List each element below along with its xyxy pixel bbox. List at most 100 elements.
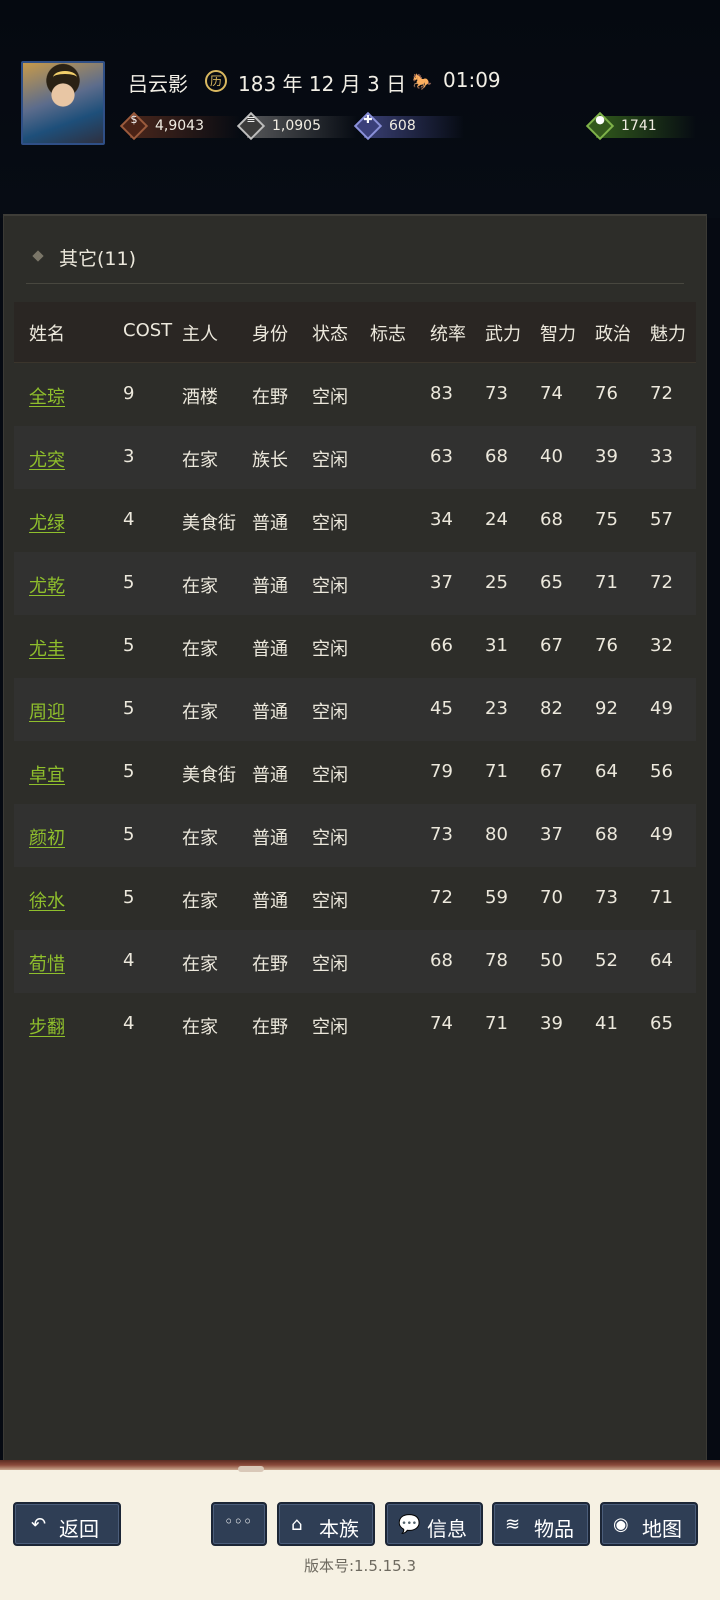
- table-row[interactable]: 尤突 3 在家 族长 空闲 63 68 40 39 33: [14, 426, 696, 489]
- map-button[interactable]: ◉ 地图: [600, 1502, 698, 1546]
- cell-politics: 71: [595, 572, 618, 593]
- cell-war: 80: [485, 824, 508, 845]
- character-name-link[interactable]: 尤乾: [29, 572, 65, 598]
- cell-identity: 族长: [252, 450, 288, 471]
- chat-bubble-icon: 💬: [398, 1514, 421, 1535]
- cell-leadership: 68: [430, 950, 453, 971]
- col-header-mark[interactable]: 标志: [370, 320, 406, 346]
- cell-intelligence: 65: [540, 572, 563, 593]
- calendar-seal-icon: 历: [205, 70, 227, 92]
- cell-owner: 在家: [182, 702, 218, 723]
- character-name-link[interactable]: 步翻: [29, 1013, 65, 1039]
- col-header-intelligence[interactable]: 智力: [540, 320, 576, 346]
- map-button-label: 地图: [642, 1517, 682, 1541]
- col-header-identity[interactable]: 身份: [252, 320, 288, 346]
- cell-state: 空闲: [312, 954, 348, 975]
- cell-identity: 普通: [252, 765, 288, 786]
- cell-war: 23: [485, 698, 508, 719]
- character-name-link[interactable]: 徐水: [29, 887, 65, 913]
- cell-war: 59: [485, 887, 508, 908]
- col-header-war[interactable]: 武力: [485, 320, 521, 346]
- cell-cost: 4: [123, 509, 135, 530]
- table-row[interactable]: 徐水 5 在家 普通 空闲 72 59 70 73 71: [14, 867, 696, 930]
- cell-politics: 75: [595, 509, 618, 530]
- table-row[interactable]: 尤圭 5 在家 普通 空闲 66 31 67 76 32: [14, 615, 696, 678]
- character-name-link[interactable]: 周迎: [29, 698, 65, 724]
- table-row[interactable]: 颜初 5 在家 普通 空闲 73 80 37 68 49: [14, 804, 696, 867]
- section-title: 其它(11): [59, 248, 137, 270]
- cell-cost: 5: [123, 824, 135, 845]
- food-value: 1741: [621, 118, 657, 134]
- cell-politics: 39: [595, 446, 618, 467]
- cell-state: 空闲: [312, 828, 348, 849]
- col-header-leadership[interactable]: 统率: [430, 320, 466, 346]
- cell-intelligence: 50: [540, 950, 563, 971]
- items-button[interactable]: ≋ 物品: [492, 1502, 590, 1546]
- game-date: 183 年 12 月 3 日: [238, 72, 407, 96]
- character-name-link[interactable]: 全琮: [29, 383, 65, 409]
- divider: [26, 283, 684, 284]
- col-header-cost[interactable]: COST: [123, 320, 172, 341]
- cell-state: 空闲: [312, 765, 348, 786]
- silver-value: 1,0905: [272, 118, 321, 134]
- cell-charisma: 72: [650, 383, 673, 404]
- more-button[interactable]: ◦◦◦: [211, 1502, 267, 1546]
- character-name-link[interactable]: 颜初: [29, 824, 65, 850]
- col-header-owner[interactable]: 主人: [182, 320, 218, 346]
- table-row[interactable]: 全琮 9 酒楼 在野 空闲 83 73 74 76 72: [14, 363, 696, 426]
- cell-leadership: 74: [430, 1013, 453, 1034]
- character-name-link[interactable]: 尤圭: [29, 635, 65, 661]
- character-list-panel: 其它(11) 姓名 COST 主人 身份 状态 标志 统率 武力 智力 政治 魅…: [3, 214, 707, 1462]
- table-row[interactable]: 尤乾 5 在家 普通 空闲 37 25 65 71 72: [14, 552, 696, 615]
- cell-cost: 5: [123, 698, 135, 719]
- cell-charisma: 72: [650, 572, 673, 593]
- cell-cost: 5: [123, 761, 135, 782]
- player-avatar[interactable]: [21, 61, 105, 145]
- cell-intelligence: 67: [540, 635, 563, 656]
- table-row[interactable]: 步翻 4 在家 在野 空闲 74 71 39 41 65: [14, 993, 696, 1056]
- cell-identity: 普通: [252, 891, 288, 912]
- info-button[interactable]: 💬 信息: [385, 1502, 483, 1546]
- cell-state: 空闲: [312, 891, 348, 912]
- col-header-state[interactable]: 状态: [312, 320, 348, 346]
- cell-politics: 64: [595, 761, 618, 782]
- cell-intelligence: 70: [540, 887, 563, 908]
- table-row[interactable]: 尤绿 4 美食街 普通 空闲 34 24 68 75 57: [14, 489, 696, 552]
- cell-leadership: 72: [430, 887, 453, 908]
- cell-cost: 4: [123, 950, 135, 971]
- diamond-bullet-icon: [32, 250, 44, 262]
- cell-identity: 在野: [252, 954, 288, 975]
- people-value: 608: [389, 118, 416, 134]
- cell-intelligence: 67: [540, 761, 563, 782]
- cell-identity: 普通: [252, 576, 288, 597]
- col-header-name[interactable]: 姓名: [29, 320, 65, 346]
- cell-identity: 在野: [252, 387, 288, 408]
- clan-button[interactable]: ⌂ 本族: [277, 1502, 375, 1546]
- cell-charisma: 65: [650, 1013, 673, 1034]
- table-row[interactable]: 卓宜 5 美食街 普通 空闲 79 71 67 64 56: [14, 741, 696, 804]
- character-name-link[interactable]: 尤绿: [29, 509, 65, 535]
- cell-identity: 普通: [252, 702, 288, 723]
- cell-intelligence: 40: [540, 446, 563, 467]
- game-time: 01:09: [443, 68, 501, 92]
- character-name-link[interactable]: 尤突: [29, 446, 65, 472]
- cell-owner: 在家: [182, 828, 218, 849]
- clan-hat-icon: ⌂: [291, 1514, 303, 1535]
- top-status-bar: 吕云影 历 183 年 12 月 3 日 🐎 01:09 $ 4,9043 ≡ …: [0, 0, 720, 218]
- back-button[interactable]: ↶ 返回: [13, 1502, 121, 1546]
- cell-charisma: 33: [650, 446, 673, 467]
- cell-owner: 在家: [182, 954, 218, 975]
- table-row[interactable]: 周迎 5 在家 普通 空闲 45 23 82 92 49: [14, 678, 696, 741]
- table-row[interactable]: 荀惜 4 在家 在野 空闲 68 78 50 52 64: [14, 930, 696, 993]
- col-header-politics[interactable]: 政治: [595, 320, 631, 346]
- cell-intelligence: 82: [540, 698, 563, 719]
- cell-intelligence: 37: [540, 824, 563, 845]
- cell-identity: 普通: [252, 513, 288, 534]
- character-name-link[interactable]: 荀惜: [29, 950, 65, 976]
- character-name-link[interactable]: 卓宜: [29, 761, 65, 787]
- cell-state: 空闲: [312, 702, 348, 723]
- cell-owner: 在家: [182, 576, 218, 597]
- col-header-charisma[interactable]: 魅力: [650, 320, 686, 346]
- cell-war: 25: [485, 572, 508, 593]
- people-glyph: ✚: [363, 113, 373, 126]
